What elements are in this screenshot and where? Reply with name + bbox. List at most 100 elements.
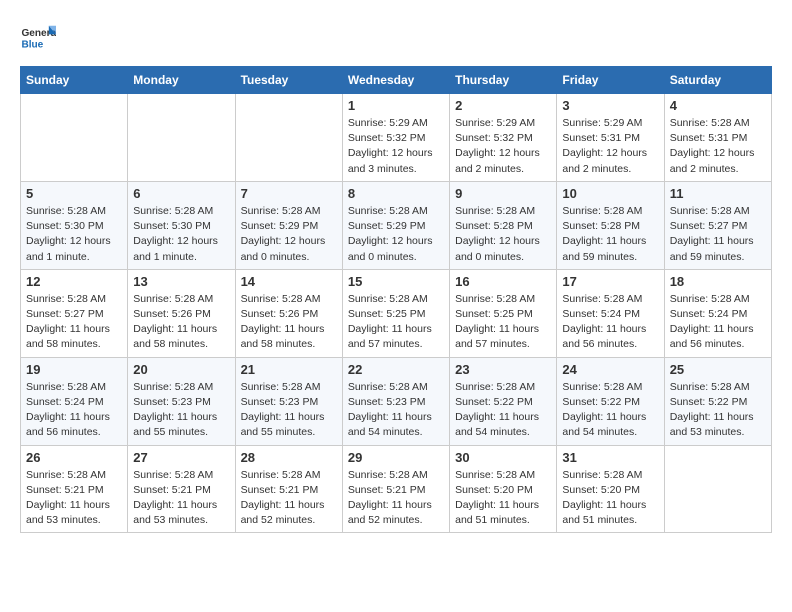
day-info: Sunrise: 5:28 AM Sunset: 5:24 PM Dayligh…	[26, 380, 122, 441]
day-number: 9	[455, 186, 551, 201]
weekday-header-monday: Monday	[128, 67, 235, 94]
day-number: 10	[562, 186, 658, 201]
day-number: 2	[455, 98, 551, 113]
day-info: Sunrise: 5:28 AM Sunset: 5:26 PM Dayligh…	[133, 292, 229, 353]
day-number: 26	[26, 450, 122, 465]
day-info: Sunrise: 5:28 AM Sunset: 5:27 PM Dayligh…	[670, 204, 766, 265]
day-info: Sunrise: 5:28 AM Sunset: 5:22 PM Dayligh…	[562, 380, 658, 441]
day-info: Sunrise: 5:28 AM Sunset: 5:31 PM Dayligh…	[670, 116, 766, 177]
calendar-cell: 28Sunrise: 5:28 AM Sunset: 5:21 PM Dayli…	[235, 445, 342, 533]
calendar-cell: 25 Sunrise: 5:28 AM Sunset: 5:22 PM Dayli…	[664, 357, 771, 445]
day-info: Sunrise: 5:28 AM Sunset: 5:21 PM Dayligh…	[133, 468, 229, 529]
day-number: 4	[670, 98, 766, 113]
day-number: 11	[670, 186, 766, 201]
calendar-cell: 16 Sunrise: 5:28 AM Sunset: 5:25 PM Dayli…	[450, 269, 557, 357]
day-number: 27	[133, 450, 229, 465]
calendar-cell: 31 Sunrise: 5:28 AM Sunset: 5:20 PM Dayli…	[557, 445, 664, 533]
weekday-header-saturday: Saturday	[664, 67, 771, 94]
day-info: Sunrise: 5:28 AM Sunset: 5:29 PM Dayligh…	[348, 204, 444, 265]
day-info: Sunrise: 5:28 AM Sunset: 5:27 PM Dayligh…	[26, 292, 122, 353]
day-number: 19	[26, 362, 122, 377]
day-info: Sunrise: 5:28 AM Sunset: 5:21 PM Dayligh…	[241, 468, 337, 529]
weekday-header-thursday: Thursday	[450, 67, 557, 94]
day-info: Sunrise: 5:28 AM Sunset: 5:20 PM Dayligh…	[562, 468, 658, 529]
day-number: 12	[26, 274, 122, 289]
day-info: Sunrise: 5:28 AM Sunset: 5:22 PM Dayligh…	[455, 380, 551, 441]
day-info: Sunrise: 5:28 AM Sunset: 5:21 PM Dayligh…	[26, 468, 122, 529]
day-info: Sunrise: 5:28 AM Sunset: 5:25 PM Dayligh…	[348, 292, 444, 353]
weekday-header-row: SundayMondayTuesdayWednesdayThursdayFrid…	[21, 67, 772, 94]
calendar-cell: 29 Sunrise: 5:28 AM Sunset: 5:21 PM Dayli…	[342, 445, 449, 533]
calendar-cell	[128, 94, 235, 182]
calendar-table: SundayMondayTuesdayWednesdayThursdayFrid…	[20, 66, 772, 533]
page-header: General Blue	[20, 20, 772, 56]
calendar-cell: 15 Sunrise: 5:28 AM Sunset: 5:25 PM Dayli…	[342, 269, 449, 357]
weekday-header-wednesday: Wednesday	[342, 67, 449, 94]
day-number: 30	[455, 450, 551, 465]
calendar-cell: 1 Sunrise: 5:29 AM Sunset: 5:32 PM Daylig…	[342, 94, 449, 182]
calendar-cell: 4 Sunrise: 5:28 AM Sunset: 5:31 PM Daylig…	[664, 94, 771, 182]
day-number: 14	[241, 274, 337, 289]
day-number: 16	[455, 274, 551, 289]
calendar-cell: 21 Sunrise: 5:28 AM Sunset: 5:23 PM Dayli…	[235, 357, 342, 445]
calendar-cell: 17 Sunrise: 5:28 AM Sunset: 5:24 PM Dayli…	[557, 269, 664, 357]
day-info: Sunrise: 5:28 AM Sunset: 5:30 PM Dayligh…	[26, 204, 122, 265]
calendar-week-row: 12 Sunrise: 5:28 AM Sunset: 5:27 PM Dayli…	[21, 269, 772, 357]
calendar-cell: 18 Sunrise: 5:28 AM Sunset: 5:24 PM Dayli…	[664, 269, 771, 357]
day-info: Sunrise: 5:28 AM Sunset: 5:23 PM Dayligh…	[241, 380, 337, 441]
day-number: 1	[348, 98, 444, 113]
day-number: 6	[133, 186, 229, 201]
calendar-cell: 8Sunrise: 5:28 AM Sunset: 5:29 PM Daylig…	[342, 181, 449, 269]
day-number: 15	[348, 274, 444, 289]
calendar-cell: 12 Sunrise: 5:28 AM Sunset: 5:27 PM Dayli…	[21, 269, 128, 357]
day-info: Sunrise: 5:29 AM Sunset: 5:32 PM Dayligh…	[348, 116, 444, 177]
day-number: 17	[562, 274, 658, 289]
day-number: 23	[455, 362, 551, 377]
logo-icon: General Blue	[20, 20, 56, 56]
weekday-header-tuesday: Tuesday	[235, 67, 342, 94]
calendar-week-row: 19 Sunrise: 5:28 AM Sunset: 5:24 PM Dayli…	[21, 357, 772, 445]
day-info: Sunrise: 5:28 AM Sunset: 5:20 PM Dayligh…	[455, 468, 551, 529]
day-info: Sunrise: 5:28 AM Sunset: 5:22 PM Dayligh…	[670, 380, 766, 441]
day-info: Sunrise: 5:28 AM Sunset: 5:29 PM Dayligh…	[241, 204, 337, 265]
calendar-cell	[235, 94, 342, 182]
logo: General Blue	[20, 20, 62, 56]
calendar-cell: 10 Sunrise: 5:28 AM Sunset: 5:28 PM Dayli…	[557, 181, 664, 269]
day-info: Sunrise: 5:28 AM Sunset: 5:28 PM Dayligh…	[455, 204, 551, 265]
calendar-cell: 9 Sunrise: 5:28 AM Sunset: 5:28 PM Daylig…	[450, 181, 557, 269]
weekday-header-sunday: Sunday	[21, 67, 128, 94]
calendar-cell: 27 Sunrise: 5:28 AM Sunset: 5:21 PM Dayli…	[128, 445, 235, 533]
calendar-cell: 2 Sunrise: 5:29 AM Sunset: 5:32 PM Daylig…	[450, 94, 557, 182]
day-info: Sunrise: 5:28 AM Sunset: 5:28 PM Dayligh…	[562, 204, 658, 265]
day-info: Sunrise: 5:28 AM Sunset: 5:30 PM Dayligh…	[133, 204, 229, 265]
day-info: Sunrise: 5:28 AM Sunset: 5:24 PM Dayligh…	[670, 292, 766, 353]
weekday-header-friday: Friday	[557, 67, 664, 94]
calendar-cell: 11 Sunrise: 5:28 AM Sunset: 5:27 PM Dayli…	[664, 181, 771, 269]
calendar-week-row: 1 Sunrise: 5:29 AM Sunset: 5:32 PM Daylig…	[21, 94, 772, 182]
calendar-cell: 3 Sunrise: 5:29 AM Sunset: 5:31 PM Daylig…	[557, 94, 664, 182]
calendar-cell: 22Sunrise: 5:28 AM Sunset: 5:23 PM Dayli…	[342, 357, 449, 445]
calendar-cell: 26 Sunrise: 5:28 AM Sunset: 5:21 PM Dayli…	[21, 445, 128, 533]
day-info: Sunrise: 5:28 AM Sunset: 5:23 PM Dayligh…	[348, 380, 444, 441]
day-number: 31	[562, 450, 658, 465]
calendar-cell	[664, 445, 771, 533]
calendar-cell: 7Sunrise: 5:28 AM Sunset: 5:29 PM Daylig…	[235, 181, 342, 269]
day-info: Sunrise: 5:28 AM Sunset: 5:26 PM Dayligh…	[241, 292, 337, 353]
day-info: Sunrise: 5:28 AM Sunset: 5:24 PM Dayligh…	[562, 292, 658, 353]
day-info: Sunrise: 5:28 AM Sunset: 5:25 PM Dayligh…	[455, 292, 551, 353]
day-number: 29	[348, 450, 444, 465]
day-number: 3	[562, 98, 658, 113]
svg-text:Blue: Blue	[21, 39, 43, 50]
day-number: 18	[670, 274, 766, 289]
calendar-cell: 30 Sunrise: 5:28 AM Sunset: 5:20 PM Dayli…	[450, 445, 557, 533]
day-number: 25	[670, 362, 766, 377]
day-number: 13	[133, 274, 229, 289]
day-info: Sunrise: 5:28 AM Sunset: 5:21 PM Dayligh…	[348, 468, 444, 529]
day-info: Sunrise: 5:29 AM Sunset: 5:32 PM Dayligh…	[455, 116, 551, 177]
day-info: Sunrise: 5:29 AM Sunset: 5:31 PM Dayligh…	[562, 116, 658, 177]
calendar-cell: 23 Sunrise: 5:28 AM Sunset: 5:22 PM Dayli…	[450, 357, 557, 445]
calendar-cell: 13 Sunrise: 5:28 AM Sunset: 5:26 PM Dayli…	[128, 269, 235, 357]
day-number: 21	[241, 362, 337, 377]
calendar-cell: 20Sunrise: 5:28 AM Sunset: 5:23 PM Dayli…	[128, 357, 235, 445]
calendar-week-row: 26 Sunrise: 5:28 AM Sunset: 5:21 PM Dayli…	[21, 445, 772, 533]
